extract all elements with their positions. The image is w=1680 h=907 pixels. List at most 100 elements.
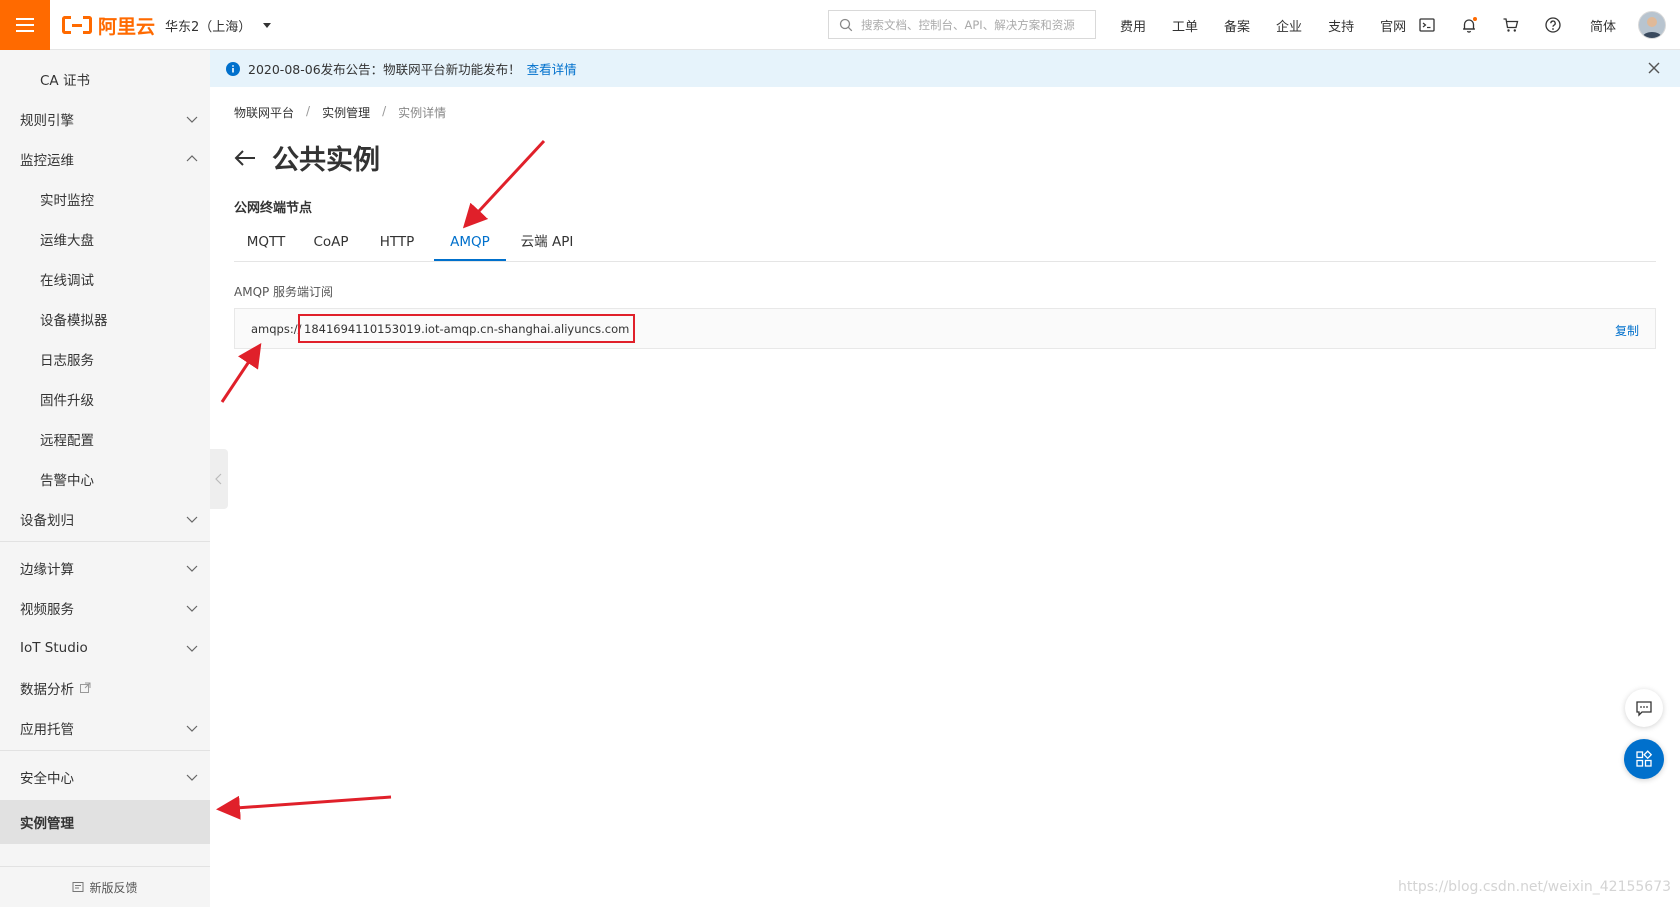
sidebar-item-label: 告警中心 — [40, 473, 94, 489]
breadcrumb: 物联网平台 / 实例管理 / 实例详情 — [234, 104, 446, 121]
avatar-icon — [1639, 12, 1665, 38]
sidebar-item-online-debug[interactable]: 在线调试 — [0, 259, 210, 299]
terminal-icon[interactable] — [1418, 16, 1436, 34]
sidebar-item-edge-computing[interactable]: 边缘计算 — [0, 548, 210, 588]
sidebar-item-log-service[interactable]: 日志服务 — [0, 339, 210, 379]
close-icon[interactable] — [1648, 62, 1660, 74]
sidebar-item-label: 运维大盘 — [40, 233, 94, 249]
menu-line — [16, 24, 34, 26]
endpoint-host: 1841694110153019.iot-amqp.cn-shanghai.al… — [298, 314, 636, 343]
sidebar-item-firmware-upgrade[interactable]: 固件升级 — [0, 379, 210, 419]
watermark: https://blog.csdn.net/weixin_42155673 — [1398, 879, 1672, 895]
breadcrumb-item[interactable]: 实例管理 — [322, 104, 370, 121]
cart-icon[interactable] — [1502, 16, 1520, 34]
aliyun-logo-icon — [62, 16, 92, 34]
logo-text: 阿里云 — [98, 15, 156, 38]
chevron-down-icon — [186, 116, 198, 123]
breadcrumb-current: 实例详情 — [398, 106, 447, 120]
region-label: 华东2（上海） — [165, 20, 252, 35]
sidebar-item-security-center[interactable]: 安全中心 — [0, 757, 210, 797]
search-icon — [839, 18, 853, 31]
notification-dot — [1473, 17, 1477, 21]
caret-down-icon — [263, 23, 272, 28]
section-label: 公网终端节点 — [234, 201, 313, 216]
page-header: 公共实例 — [234, 138, 380, 177]
feedback-icon — [72, 882, 84, 892]
search-input[interactable] — [859, 16, 1093, 33]
tab-cloud-api[interactable]: 云端 API — [511, 228, 583, 261]
sidebar-divider — [0, 541, 210, 542]
sidebar-item-remote-config[interactable]: 远程配置 — [0, 419, 210, 459]
back-arrow-icon[interactable] — [234, 149, 256, 167]
sidebar-item-device-simulator[interactable]: 设备模拟器 — [0, 299, 210, 339]
copy-button[interactable]: 复制 — [1615, 322, 1639, 339]
top-bar: 阿里云 华东2（上海） 费用 工单 备案 企业 支持 官网 — [0, 0, 1680, 50]
bell-icon[interactable] — [1460, 16, 1478, 34]
sidebar-item-app-hosting[interactable]: 应用托管 — [0, 708, 210, 748]
sidebar-item-ops-dashboard[interactable]: 运维大盘 — [0, 219, 210, 259]
menu-line — [16, 18, 34, 20]
external-link-icon — [80, 682, 91, 693]
page-title: 公共实例 — [272, 145, 380, 176]
top-icons: 简体 — [1418, 0, 1616, 50]
endpoint-protocol-prefix: amqps:// — [251, 322, 302, 336]
nav-link-icp[interactable]: 备案 — [1224, 16, 1250, 35]
nav-link-tickets[interactable]: 工单 — [1172, 16, 1198, 35]
sidebar-item-iot-studio[interactable]: IoT Studio — [0, 628, 210, 668]
sidebar-item-label: 数据分析 — [20, 682, 74, 698]
annotation-overlay — [216, 139, 546, 820]
sidebar-item-monitoring[interactable]: 监控运维 — [0, 139, 210, 179]
sidebar-item-label: 远程配置 — [40, 433, 94, 449]
sidebar-item-ca-cert[interactable]: CA 证书 — [0, 59, 210, 99]
tab-coap[interactable]: CoAP — [299, 228, 363, 261]
hamburger-menu-button[interactable] — [0, 0, 50, 50]
apps-float-button[interactable] — [1624, 739, 1664, 779]
menu-line — [16, 30, 34, 32]
aliyun-logo[interactable]: 阿里云 — [62, 12, 155, 38]
endpoint-box: amqps:// 1841694110153019.iot-amqp.cn-sh… — [234, 308, 1656, 349]
region-selector[interactable]: 华东2（上海） — [165, 16, 272, 35]
sidebar-divider — [0, 750, 210, 751]
tab-http[interactable]: HTTP — [365, 228, 429, 261]
chat-float-button[interactable] — [1625, 689, 1663, 727]
sidebar-item-device-assign[interactable]: 设备划归 — [0, 499, 210, 539]
sidebar-item-label: 应用托管 — [20, 722, 74, 738]
sidebar-item-label: IoT Studio — [20, 640, 88, 656]
announcement-text: 2020-08-06发布公告：物联网平台新功能发布！ — [248, 62, 521, 77]
tab-amqp[interactable]: AMQP — [434, 228, 506, 261]
breadcrumb-item[interactable]: 物联网平台 — [234, 104, 294, 121]
sidebar-item-alert-center[interactable]: 告警中心 — [0, 459, 210, 499]
nav-link-fees[interactable]: 费用 — [1120, 16, 1146, 35]
chevron-down-icon — [186, 516, 198, 523]
search-box[interactable] — [828, 10, 1096, 39]
user-avatar[interactable] — [1638, 11, 1666, 39]
sidebar-item-rule-engine[interactable]: 规则引擎 — [0, 99, 210, 139]
chevron-down-icon — [186, 725, 198, 732]
sidebar-item-label: 监控运维 — [20, 153, 74, 169]
sidebar-item-realtime-monitor[interactable]: 实时监控 — [0, 179, 210, 219]
tab-mqtt[interactable]: MQTT — [234, 228, 298, 261]
sidebar-item-data-analysis[interactable]: 数据分析 — [0, 668, 210, 708]
sidebar-item-label: 规则引擎 — [20, 113, 74, 129]
endpoint-label: AMQP 服务端订阅 — [234, 285, 334, 299]
chevron-left-icon — [215, 473, 222, 485]
feedback-label: 新版反馈 — [89, 880, 138, 895]
sidebar-item-label: 边缘计算 — [20, 562, 74, 578]
nav-link-official-site[interactable]: 官网 — [1380, 16, 1406, 35]
language-switch[interactable]: 简体 — [1590, 16, 1616, 35]
announcement-link[interactable]: 查看详情 — [527, 59, 577, 78]
sidebar-item-label: 实例管理 — [20, 816, 74, 832]
sidebar-item-label: 视频服务 — [20, 602, 74, 618]
sidebar-item-label: 固件升级 — [40, 393, 94, 409]
sidebar-item-label: 设备模拟器 — [40, 313, 108, 329]
sidebar-item-instance-management[interactable]: 实例管理 — [0, 800, 210, 844]
annotation-arrow — [220, 343, 262, 403]
chevron-down-icon — [186, 645, 198, 652]
sidebar-collapse-handle[interactable] — [210, 449, 228, 509]
help-icon[interactable] — [1544, 16, 1562, 34]
feedback-button[interactable]: 新版反馈 — [0, 866, 210, 907]
sidebar-item-video-service[interactable]: 视频服务 — [0, 588, 210, 628]
nav-link-enterprise[interactable]: 企业 — [1276, 16, 1302, 35]
protocol-tabs: MQTT CoAP HTTP AMQP 云端 API — [234, 228, 1656, 262]
nav-link-support[interactable]: 支持 — [1328, 16, 1354, 35]
